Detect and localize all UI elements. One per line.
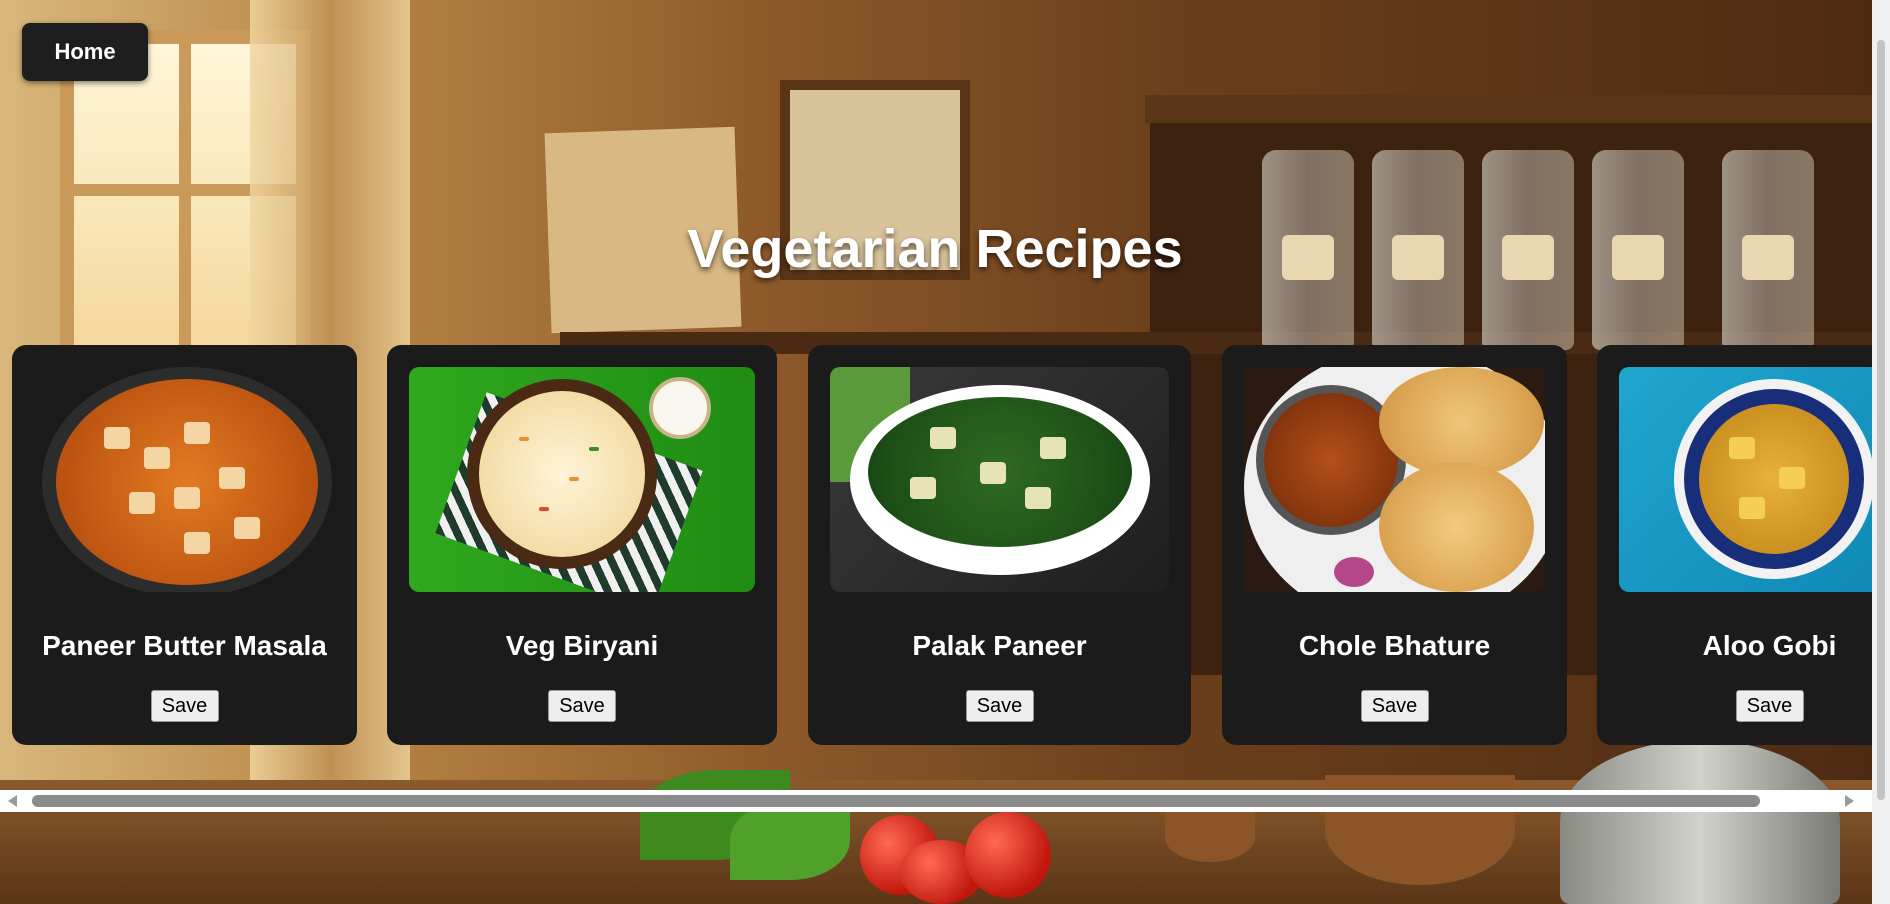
horizontal-scrollbar[interactable] [0,790,1872,812]
recipe-card: Chole Bhature Save [1222,345,1567,745]
home-button[interactable]: Home [22,23,148,81]
recipe-card: Palak Paneer Save [808,345,1191,745]
save-button[interactable]: Save [965,690,1034,722]
background-shelf [1145,95,1890,123]
background-tomato [965,812,1051,898]
recipe-carousel: Paneer Butter Masala Save Veg Biryani Sa… [0,345,1872,745]
background-basil [730,800,850,880]
vertical-scrollbar[interactable] [1872,0,1890,904]
page-title: Vegetarian Recipes [687,219,1183,279]
recipe-card: Aloo Gobi Save [1597,345,1872,745]
recipe-card: Veg Biryani Save [387,345,777,745]
recipe-title: Palak Paneer [912,630,1087,661]
background-kettle [1560,740,1840,904]
recipe-title: Chole Bhature [1298,630,1491,661]
vertical-scrollbar-thumb[interactable] [1877,40,1885,800]
recipe-title: Aloo Gobi [1702,630,1837,661]
save-button[interactable]: Save [1735,690,1804,722]
scrollbar-thumb[interactable] [32,795,1760,807]
recipe-image [34,367,335,592]
save-button[interactable]: Save [150,690,219,722]
save-button[interactable]: Save [548,690,616,722]
recipe-title: Veg Biryani [505,630,659,661]
recipe-image [409,367,755,592]
save-button[interactable]: Save [1360,690,1429,722]
recipe-card: Paneer Butter Masala Save [12,345,357,745]
recipe-image [1244,367,1545,592]
recipe-title: Paneer Butter Masala [42,630,327,661]
scroll-right-arrow-icon[interactable] [1845,795,1854,807]
background-spice-bowl [1165,812,1255,862]
recipe-image [830,367,1169,592]
scroll-left-arrow-icon[interactable] [8,795,17,807]
recipe-image [1619,367,1872,592]
